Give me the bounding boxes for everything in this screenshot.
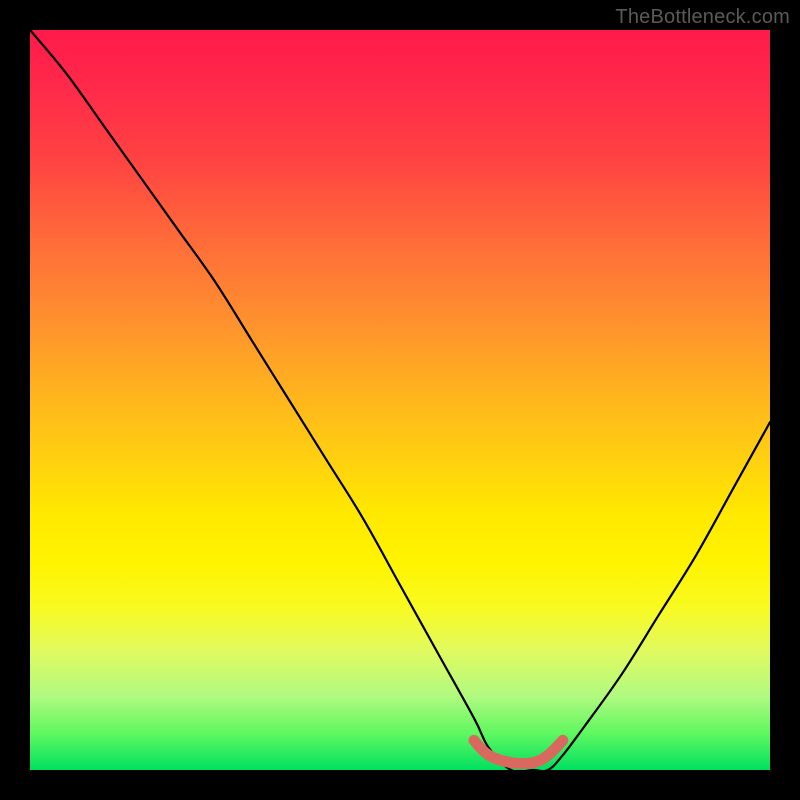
watermark-text: TheBottleneck.com bbox=[615, 6, 790, 29]
plot-area bbox=[30, 30, 770, 770]
bottleneck-curve bbox=[30, 30, 770, 772]
chart-container: TheBottleneck.com bbox=[0, 0, 800, 800]
curve-layer bbox=[30, 30, 770, 770]
